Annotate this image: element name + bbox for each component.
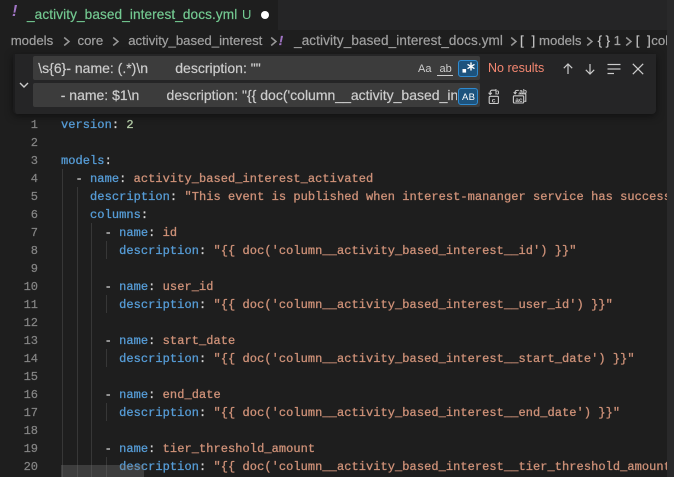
svg-text:ac: ac: [515, 97, 523, 104]
svg-text:ab: ab: [519, 89, 527, 96]
svg-text:b: b: [495, 89, 499, 96]
svg-text:c: c: [492, 97, 496, 104]
